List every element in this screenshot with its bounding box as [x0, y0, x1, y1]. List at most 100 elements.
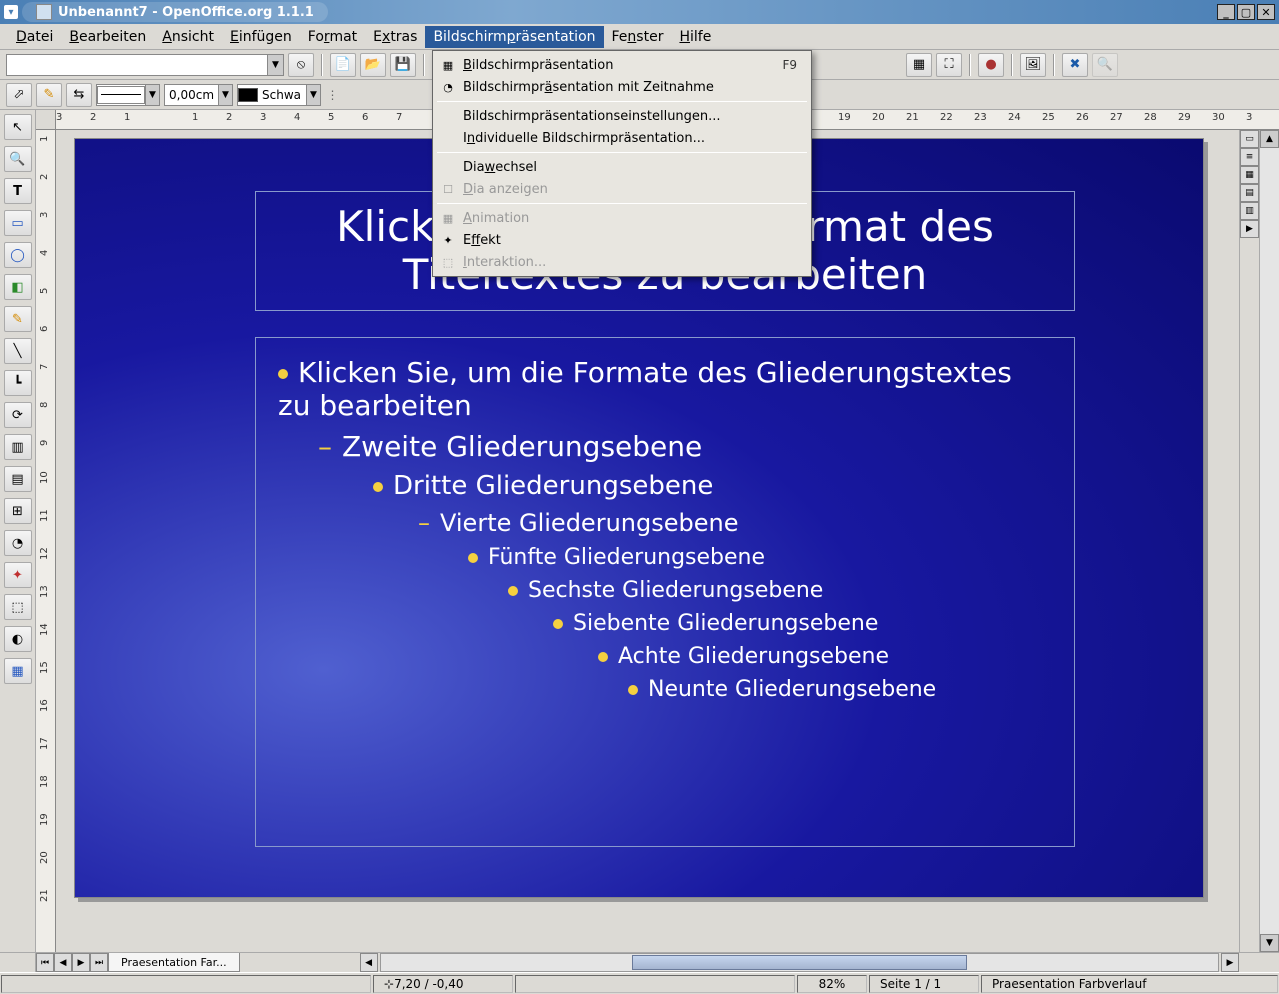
menu-item[interactable]: Bildschirmpräsentationseinstellungen...	[433, 105, 811, 127]
menu-hilfe[interactable]: Hilfe	[671, 26, 719, 48]
align-tool[interactable]: ▥	[4, 434, 32, 460]
menu-item-icon: ⬚	[439, 254, 457, 270]
menu-item: ⬚Interaktion...	[433, 251, 811, 273]
tab-last-icon[interactable]: ⏭	[90, 953, 108, 972]
outline-level-7[interactable]: Siebente Gliederungsebene	[278, 611, 1052, 636]
view-drawing-icon[interactable]: ▭	[1240, 130, 1259, 148]
line-color-combo[interactable]: Schwa▼	[237, 84, 321, 106]
connector-tool[interactable]: ┗	[4, 370, 32, 396]
bullet-icon	[508, 586, 518, 596]
chart-tool[interactable]: ◔	[4, 530, 32, 556]
ellipse-tool[interactable]: ◯	[4, 242, 32, 268]
menu-fenster[interactable]: Fenster	[604, 26, 672, 48]
select-tool[interactable]: ↖	[4, 114, 32, 140]
help-button[interactable]: ✖	[1062, 53, 1088, 77]
gallery-button[interactable]: 🖼	[1020, 53, 1046, 77]
zoom-tool[interactable]: 🔍	[4, 146, 32, 172]
open-button[interactable]: 📂	[360, 53, 386, 77]
menu-bildschirmpräsentation[interactable]: Bildschirmpräsentation	[425, 26, 603, 48]
menu-item-icon: ▦	[439, 57, 457, 73]
bullet-icon	[373, 482, 383, 492]
bullet-icon	[468, 553, 478, 563]
vertical-scrollbar[interactable]: ▲ ▼	[1259, 130, 1279, 952]
outline-level-5[interactable]: Fünfte Gliederungsebene	[278, 545, 1052, 570]
view-handout-icon[interactable]: ▥	[1240, 202, 1259, 220]
outline-text: Dritte Gliederungsebene	[393, 471, 713, 501]
vscroll-track[interactable]	[1260, 148, 1279, 934]
line-style-combo[interactable]: ▼	[96, 84, 160, 106]
outline-level-2[interactable]: –Zweite Gliederungsebene	[278, 430, 1052, 463]
minimize-button[interactable]: _	[1217, 4, 1235, 20]
outline-level-6[interactable]: Sechste Gliederungsebene	[278, 578, 1052, 603]
scroll-down-icon[interactable]: ▼	[1260, 934, 1279, 952]
vertical-ruler[interactable]: 123456789101112131415161718192021	[36, 130, 56, 952]
slide-tab[interactable]: Praesentation Far...	[108, 953, 240, 972]
save-button[interactable]: 💾	[390, 53, 416, 77]
interaction-tool[interactable]: ⬚	[4, 594, 32, 620]
menu-item: ☐Dia anzeigen	[433, 178, 811, 200]
hscroll-thumb[interactable]	[632, 955, 967, 970]
menu-datei[interactable]: Datei	[8, 26, 61, 48]
bullet-icon	[628, 685, 638, 695]
outline-placeholder[interactable]: Klicken Sie, um die Formate des Gliederu…	[255, 337, 1075, 847]
tab-first-icon[interactable]: ⏮	[36, 953, 54, 972]
menu-extras[interactable]: Extras	[365, 26, 425, 48]
stop-button[interactable]: ⦸	[288, 53, 314, 77]
zoom-button[interactable]: ⛶	[936, 53, 962, 77]
record-button[interactable]: ●	[978, 53, 1004, 77]
arrange-tool[interactable]: ▤	[4, 466, 32, 492]
outline-level-3[interactable]: Dritte Gliederungsebene	[278, 471, 1052, 501]
outline-level-4[interactable]: –Vierte Gliederungsebene	[278, 509, 1052, 537]
menu-format[interactable]: Format	[300, 26, 365, 48]
effects-tool[interactable]: ✦	[4, 562, 32, 588]
menu-item[interactable]: Individuelle Bildschirmpräsentation...	[433, 127, 811, 149]
line-tool[interactable]: ╲	[4, 338, 32, 364]
line-width-combo[interactable]: 0,00cm▼	[164, 84, 233, 106]
presentation-tool[interactable]: ▦	[4, 658, 32, 684]
hscroll-left-icon[interactable]: ◀	[360, 953, 378, 972]
dropdown-icon[interactable]: ▼	[267, 55, 283, 75]
hscroll-right-icon[interactable]: ▶	[1221, 953, 1239, 972]
menu-item[interactable]: ▦BildschirmpräsentationF9	[433, 54, 811, 76]
insert-tool[interactable]: ⊞	[4, 498, 32, 524]
menu-item[interactable]: ◔Bildschirmpräsentation mit Zeitnahme	[433, 76, 811, 98]
outline-level-1[interactable]: Klicken Sie, um die Formate des Gliederu…	[278, 356, 1052, 422]
object3d-tool[interactable]: ◧	[4, 274, 32, 300]
3deffects-tool[interactable]: ◐	[4, 626, 32, 652]
line-style-button[interactable]: ✎	[36, 83, 62, 107]
new-button[interactable]: 📄	[330, 53, 356, 77]
view-outline-icon[interactable]: ≡	[1240, 148, 1259, 166]
url-combo[interactable]: ▼	[6, 54, 284, 76]
menu-item-icon: ◔	[439, 79, 457, 95]
menu-item[interactable]: ✦Effekt	[433, 229, 811, 251]
grid-button[interactable]: ▦	[906, 53, 932, 77]
scroll-up-icon[interactable]: ▲	[1260, 130, 1279, 148]
view-notes-icon[interactable]: ▤	[1240, 184, 1259, 202]
curve-tool[interactable]: ✎	[4, 306, 32, 332]
ruler-corner	[36, 110, 56, 130]
outline-level-9[interactable]: Neunte Gliederungsebene	[278, 677, 1052, 702]
rotate-tool[interactable]: ⟳	[4, 402, 32, 428]
outline-text: Sechste Gliederungsebene	[528, 578, 823, 603]
status-zoom[interactable]: 82%	[797, 975, 867, 993]
menu-item[interactable]: Diawechsel	[433, 156, 811, 178]
tab-prev-icon[interactable]: ◀	[54, 953, 72, 972]
whatsthis-button[interactable]: 🔍	[1092, 53, 1118, 77]
line-ends-button[interactable]: ⇆	[66, 83, 92, 107]
horizontal-scrollbar[interactable]	[380, 953, 1219, 972]
close-button[interactable]: ✕	[1257, 4, 1275, 20]
menu-einfügen[interactable]: Einfügen	[222, 26, 300, 48]
arrow-tool-button[interactable]: ⬀	[6, 83, 32, 107]
menu-bearbeiten[interactable]: Bearbeiten	[61, 26, 154, 48]
outline-level-8[interactable]: Achte Gliederungsebene	[278, 644, 1052, 669]
menu-ansicht[interactable]: Ansicht	[154, 26, 222, 48]
tab-next-icon[interactable]: ▶	[72, 953, 90, 972]
maximize-button[interactable]: ▢	[1237, 4, 1255, 20]
start-show-icon[interactable]: ▶	[1240, 220, 1259, 238]
menu-item-icon	[439, 159, 457, 175]
text-tool[interactable]: T	[4, 178, 32, 204]
rect-tool[interactable]: ▭	[4, 210, 32, 236]
window-menu-icon[interactable]	[4, 5, 18, 19]
url-input[interactable]	[7, 55, 267, 75]
view-slides-icon[interactable]: ▦	[1240, 166, 1259, 184]
